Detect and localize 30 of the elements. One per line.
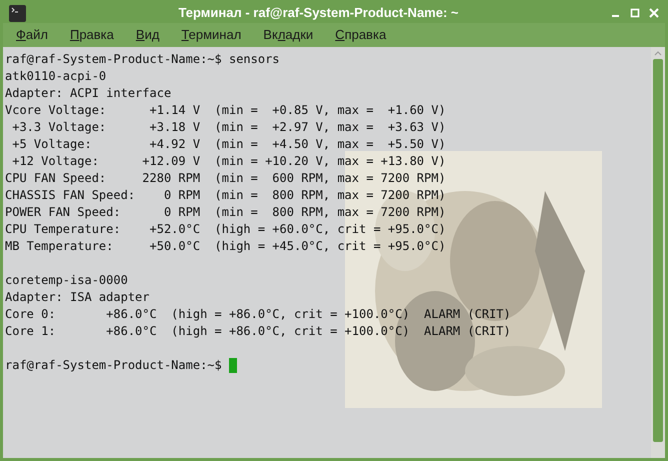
terminal-line: CPU Temperature: +52.0°C (high = +60.0°C, crit = +95.0°C) <box>5 221 446 238</box>
terminal-line: atk0110-acpi-0 <box>5 68 106 85</box>
terminal-line: coretemp-isa-0000 <box>5 272 128 289</box>
terminal-line: POWER FAN Speed: 0 RPM (min = 800 RPM, max = 7200 RPM) <box>5 204 446 221</box>
window-title: Терминал - raf@raf-System-Product-Name: ~ <box>178 4 458 22</box>
menu-item[interactable]: Файл <box>13 25 51 45</box>
terminal-line: Adapter: ISA adapter <box>5 289 150 306</box>
terminal-line: Vcore Voltage: +1.14 V (min = +0.85 V, max = +1.60 V) <box>5 102 446 119</box>
terminal-line: Core 1: +86.0°C (high = +86.0°C, crit = +100.0°C) ALARM (CRIT) <box>5 323 511 340</box>
terminal-line: CHASSIS FAN Speed: 0 RPM (min = 800 RPM, max = 7200 RPM) <box>5 187 446 204</box>
terminal-icon <box>9 4 26 22</box>
terminal-line: Core 0: +86.0°C (high = +86.0°C, crit = +100.0°C) ALARM (CRIT) <box>5 306 511 323</box>
close-icon[interactable] <box>649 8 659 18</box>
scroll-up-icon[interactable] <box>654 50 662 56</box>
terminal-line: +12 Voltage: +12.09 V (min = +10.20 V, max = +13.80 V) <box>11 153 446 170</box>
maximize-icon[interactable] <box>630 8 640 18</box>
terminal-line: raf@raf-System-Product-Name:~$ sensors <box>5 51 280 68</box>
scrollbar[interactable] <box>651 47 665 458</box>
menu-item[interactable]: Правка <box>66 25 117 45</box>
terminal-line: +3.3 Voltage: +3.18 V (min = +2.97 V, max = +3.63 V) <box>11 119 446 136</box>
terminal-prompt: raf@raf-System-Product-Name:~$ <box>5 357 223 374</box>
terminal-line: MB Temperature: +50.0°C (high = +45.0°C, crit = +95.0°C) <box>5 238 446 255</box>
scrollbar-thumb[interactable] <box>653 59 663 442</box>
menu-item[interactable]: Справка <box>332 25 390 45</box>
terminal-line: Adapter: ACPI interface <box>5 85 172 102</box>
menu-item[interactable]: Терминал <box>178 25 244 45</box>
terminal-line: +5 Voltage: +4.92 V (min = +4.50 V, max = +5.50 V) <box>11 136 446 153</box>
terminal-line: CPU FAN Speed: 2280 RPM (min = 600 RPM, max = 7200 RPM) <box>5 170 446 187</box>
menu-item[interactable]: Вид <box>132 25 162 45</box>
menu-item[interactable]: Вкладки <box>260 25 316 45</box>
